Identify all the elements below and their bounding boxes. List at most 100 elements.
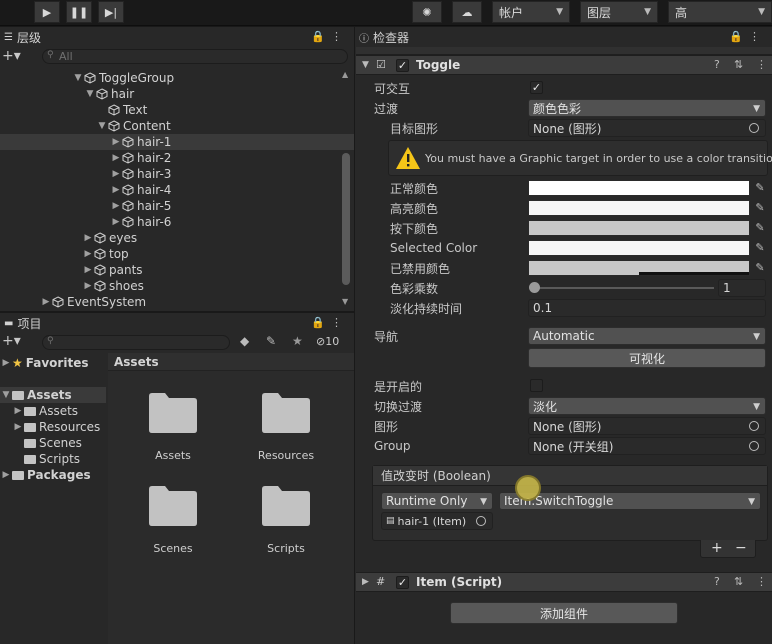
eyedropper-icon[interactable]: ✎ <box>752 220 768 236</box>
pressed-color-swatch[interactable] <box>528 220 750 236</box>
inspector-tab[interactable]: ⓘ 检查器 <box>355 27 772 47</box>
selected-color-swatch[interactable] <box>528 240 750 256</box>
fold-toggle-icon[interactable]: ▶ <box>110 201 122 211</box>
fold-right-icon[interactable]: ▶ <box>362 577 369 587</box>
graphic-field[interactable]: None (图形) <box>528 417 766 435</box>
hierarchy-item[interactable]: Text <box>0 102 354 118</box>
lock-icon[interactable]: 🔒 <box>729 30 749 43</box>
hierarchy-item[interactable]: ▶ hair-6 <box>0 214 354 230</box>
step-button[interactable]: ▶| <box>98 1 124 23</box>
asset-tile[interactable]: Assets <box>128 393 218 473</box>
runtime-dropdown[interactable]: Runtime Only ▼ <box>381 492 493 510</box>
toggle-transition-dropdown[interactable]: 淡化 ▼ <box>528 397 766 415</box>
fold-toggle-icon[interactable]: ▶ <box>110 137 122 147</box>
hierarchy-item[interactable]: ▶ hair-3 <box>0 166 354 182</box>
project-tree-item[interactable]: Scenes <box>0 435 106 451</box>
project-tree-item[interactable]: ▶ ★ Favorites <box>0 355 106 371</box>
fold-toggle-icon[interactable]: ▼ <box>96 121 108 131</box>
fold-toggle-icon[interactable]: ▼ <box>0 390 12 400</box>
hidden-packages-indicator[interactable]: ⊘10 <box>316 335 339 348</box>
color-multiplier-slider-handle[interactable] <box>529 282 540 293</box>
menu-icon[interactable]: ⋮ <box>756 575 767 588</box>
hierarchy-search-input[interactable]: ⚲ All <box>42 49 348 64</box>
group-field[interactable]: None (开关组) <box>528 437 766 455</box>
project-tab[interactable]: ▬ 项目 <box>0 313 354 333</box>
asset-tile[interactable]: Resources <box>241 393 331 473</box>
add-event-button[interactable]: + <box>711 540 723 556</box>
fold-toggle-icon[interactable]: ▶ <box>40 297 52 307</box>
is-on-checkbox[interactable] <box>530 379 543 392</box>
menu-icon[interactable]: ⋮ <box>331 316 348 329</box>
lock-icon[interactable]: 🔒 <box>311 30 331 43</box>
account-dropdown[interactable]: 帐户 ▼ <box>492 1 570 23</box>
fold-toggle-icon[interactable]: ▶ <box>110 217 122 227</box>
hierarchy-item[interactable]: ▶ eyes <box>0 230 354 246</box>
scroll-up-icon[interactable]: ▲ <box>342 70 348 79</box>
hierarchy-item[interactable]: ▶ shoes <box>0 278 354 294</box>
fold-toggle-icon[interactable]: ▶ <box>82 265 94 275</box>
hierarchy-scrollbar[interactable] <box>342 153 350 285</box>
scroll-down-icon[interactable]: ▼ <box>342 297 348 306</box>
eyedropper-icon[interactable]: ✎ <box>752 240 768 256</box>
eyedropper-icon[interactable]: ✎ <box>752 260 768 276</box>
fold-toggle-icon[interactable]: ▶ <box>82 281 94 291</box>
item-script-component-header[interactable]: ▶ # ✓ Item (Script) ? ⇅ ⋮ <box>356 572 772 592</box>
asset-tile[interactable]: Scenes <box>128 486 218 566</box>
project-tree-item[interactable]: ▶ Packages <box>0 467 106 483</box>
fold-toggle-icon[interactable]: ▶ <box>12 406 24 416</box>
fold-toggle-icon[interactable]: ▶ <box>110 185 122 195</box>
project-tree-item[interactable]: ▼ Assets <box>0 387 106 403</box>
hierarchy-item[interactable]: ▶ top <box>0 246 354 262</box>
color-multiplier-slider-track[interactable] <box>534 287 714 289</box>
project-tree-item[interactable]: Scripts <box>0 451 106 467</box>
layers-dropdown[interactable]: 图层 ▼ <box>580 1 658 23</box>
fold-toggle-icon[interactable]: ▶ <box>12 422 24 432</box>
add-icon[interactable]: +▾ <box>2 333 21 349</box>
script-enabled-checkbox[interactable]: ✓ <box>396 576 409 589</box>
fold-toggle-icon[interactable]: ▶ <box>82 233 94 243</box>
star-icon[interactable]: ★ <box>292 334 303 348</box>
hierarchy-item[interactable]: ▶ pants <box>0 262 354 278</box>
fold-toggle-icon[interactable]: ▶ <box>110 169 122 179</box>
object-picker-icon[interactable] <box>749 441 759 451</box>
normal-color-swatch[interactable] <box>528 180 750 196</box>
hierarchy-item[interactable]: ▶ hair-4 <box>0 182 354 198</box>
fold-toggle-icon[interactable]: ▶ <box>110 153 122 163</box>
label-icon[interactable]: ✎ <box>266 334 276 348</box>
fold-toggle-icon[interactable]: ▶ <box>0 358 12 368</box>
menu-icon[interactable]: ⋮ <box>749 30 766 43</box>
highlighted-color-swatch[interactable] <box>528 200 750 216</box>
menu-icon[interactable]: ⋮ <box>756 58 767 71</box>
cloud-button[interactable]: ☁ <box>452 1 482 23</box>
component-enabled-checkbox[interactable]: ✓ <box>396 59 409 72</box>
hierarchy-item[interactable]: ▼ hair <box>0 86 354 102</box>
play-button[interactable]: ▶ <box>34 1 60 23</box>
project-search-input[interactable]: ⚲ <box>42 335 230 350</box>
hierarchy-item[interactable]: ▶ hair-2 <box>0 150 354 166</box>
project-tree-item[interactable]: ▶ Assets <box>0 403 106 419</box>
interactable-checkbox[interactable]: ✓ <box>530 81 543 94</box>
navigation-dropdown[interactable]: Automatic ▼ <box>528 327 766 345</box>
hierarchy-item[interactable]: ▼ ToggleGroup <box>0 70 354 86</box>
hierarchy-item[interactable]: ▼ Content <box>0 118 354 134</box>
services-button[interactable]: ✺ <box>412 1 442 23</box>
object-picker-icon[interactable] <box>749 421 759 431</box>
object-picker-icon[interactable] <box>749 123 759 133</box>
fold-toggle-icon[interactable]: ▼ <box>84 89 96 99</box>
transition-dropdown[interactable]: 颜色色彩 ▼ <box>528 99 766 117</box>
help-icon[interactable]: ? <box>714 58 720 71</box>
event-target-object-field[interactable]: ▤ hair-1 (Item) <box>381 512 493 530</box>
add-component-button[interactable]: 添加组件 <box>450 602 678 624</box>
color-multiplier-input[interactable]: 1 <box>718 279 766 297</box>
fold-toggle-icon[interactable]: ▶ <box>82 249 94 259</box>
asset-breadcrumb[interactable]: Assets <box>108 353 354 371</box>
eyedropper-icon[interactable]: ✎ <box>752 200 768 216</box>
asset-tile[interactable]: Scripts <box>241 486 331 566</box>
preset-icon[interactable]: ⇅ <box>734 58 743 71</box>
fold-toggle-icon[interactable]: ▶ <box>0 470 12 480</box>
hierarchy-item[interactable]: ▶ hair-1 <box>0 134 354 150</box>
fade-duration-input[interactable]: 0.1 <box>528 299 766 317</box>
menu-icon[interactable]: ⋮ <box>331 30 348 43</box>
eyedropper-icon[interactable]: ✎ <box>752 180 768 196</box>
toggle-component-header[interactable]: ▼ ☑ ✓ Toggle ? ⇅ ⋮ <box>356 55 772 75</box>
